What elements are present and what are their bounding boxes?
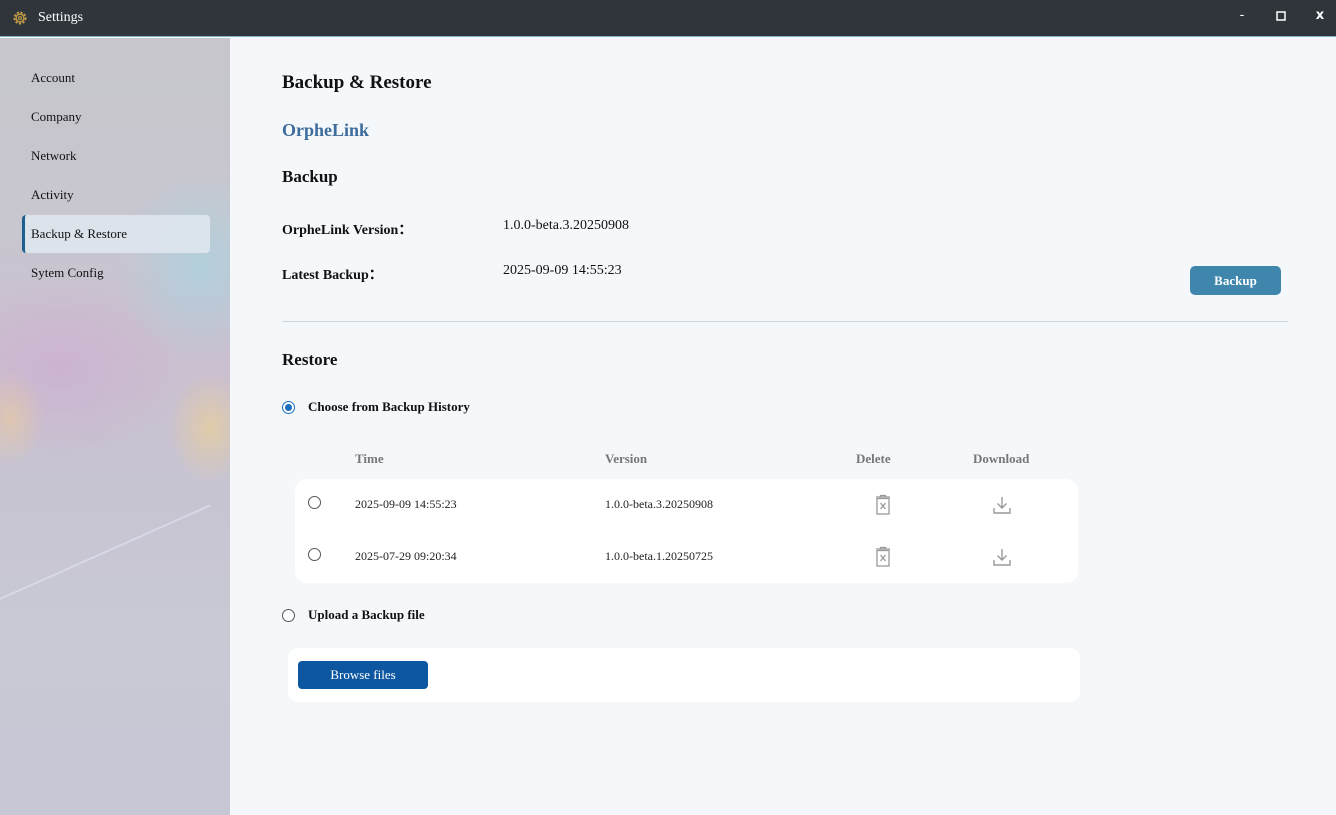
browse-files-button[interactable]: Browse files bbox=[298, 661, 428, 689]
sidebar-item-activity[interactable]: Activity bbox=[22, 176, 210, 214]
sidebar-item-network[interactable]: Network bbox=[22, 137, 210, 175]
sidebar: Account Company Network Activity Backup … bbox=[0, 38, 230, 815]
backup-history-table bbox=[295, 479, 1078, 583]
version-label: OrpheLink Version： bbox=[282, 223, 413, 238]
row-select-radio[interactable] bbox=[308, 548, 321, 561]
row-select-radio[interactable] bbox=[308, 496, 321, 509]
divider bbox=[282, 321, 1288, 322]
latest-backup-value: 2025-09-09 14:55:23 bbox=[503, 263, 622, 278]
sidebar-decoration bbox=[0, 504, 211, 600]
row-version: 1.0.0-beta.1.20250725 bbox=[605, 549, 713, 563]
latest-backup-label: Latest Backup： bbox=[282, 268, 383, 283]
upload-option-label[interactable]: Upload a Backup file bbox=[308, 607, 425, 623]
column-header-time: Time bbox=[355, 451, 384, 466]
maximize-button[interactable] bbox=[1266, 5, 1296, 29]
download-icon bbox=[993, 549, 1011, 566]
gear-icon bbox=[13, 11, 27, 25]
sidebar-item-system-config[interactable]: Sytem Config bbox=[22, 254, 210, 292]
upload-radio[interactable] bbox=[282, 609, 295, 622]
main-content: Backup & Restore OrpheLink Backup OrpheL… bbox=[230, 38, 1336, 815]
sidebar-item-company[interactable]: Company bbox=[22, 98, 210, 136]
backup-heading: Backup bbox=[282, 167, 338, 186]
minimize-button[interactable]: - bbox=[1227, 5, 1257, 29]
row-time: 2025-07-29 09:20:34 bbox=[355, 549, 457, 563]
restore-heading: Restore bbox=[282, 350, 338, 369]
maximize-icon bbox=[1276, 11, 1286, 21]
download-button[interactable] bbox=[992, 547, 1012, 569]
delete-button[interactable] bbox=[874, 494, 894, 516]
window-title: Settings bbox=[38, 10, 84, 25]
history-radio[interactable] bbox=[282, 401, 295, 414]
close-button[interactable]: x bbox=[1305, 5, 1335, 29]
sidebar-item-account[interactable]: Account bbox=[22, 59, 210, 97]
trash-icon bbox=[876, 494, 890, 515]
row-version: 1.0.0-beta.3.20250908 bbox=[605, 497, 713, 511]
sidebar-item-backup-restore[interactable]: Backup & Restore bbox=[22, 215, 210, 253]
download-button[interactable] bbox=[992, 495, 1012, 517]
history-option-label[interactable]: Choose from Backup History bbox=[308, 399, 470, 415]
page-title: Backup & Restore bbox=[282, 72, 432, 93]
backup-button[interactable]: Backup bbox=[1190, 266, 1281, 295]
version-value: 1.0.0-beta.3.20250908 bbox=[503, 218, 629, 233]
title-bar: Settings - x bbox=[0, 0, 1336, 37]
download-icon bbox=[993, 497, 1011, 514]
column-header-version: Version bbox=[605, 451, 648, 466]
trash-icon bbox=[876, 546, 890, 567]
brand-name: OrpheLink bbox=[282, 120, 370, 140]
column-header-download: Download bbox=[973, 451, 1030, 466]
row-time: 2025-09-09 14:55:23 bbox=[355, 497, 457, 511]
column-header-delete: Delete bbox=[856, 451, 891, 466]
delete-button[interactable] bbox=[874, 546, 894, 568]
